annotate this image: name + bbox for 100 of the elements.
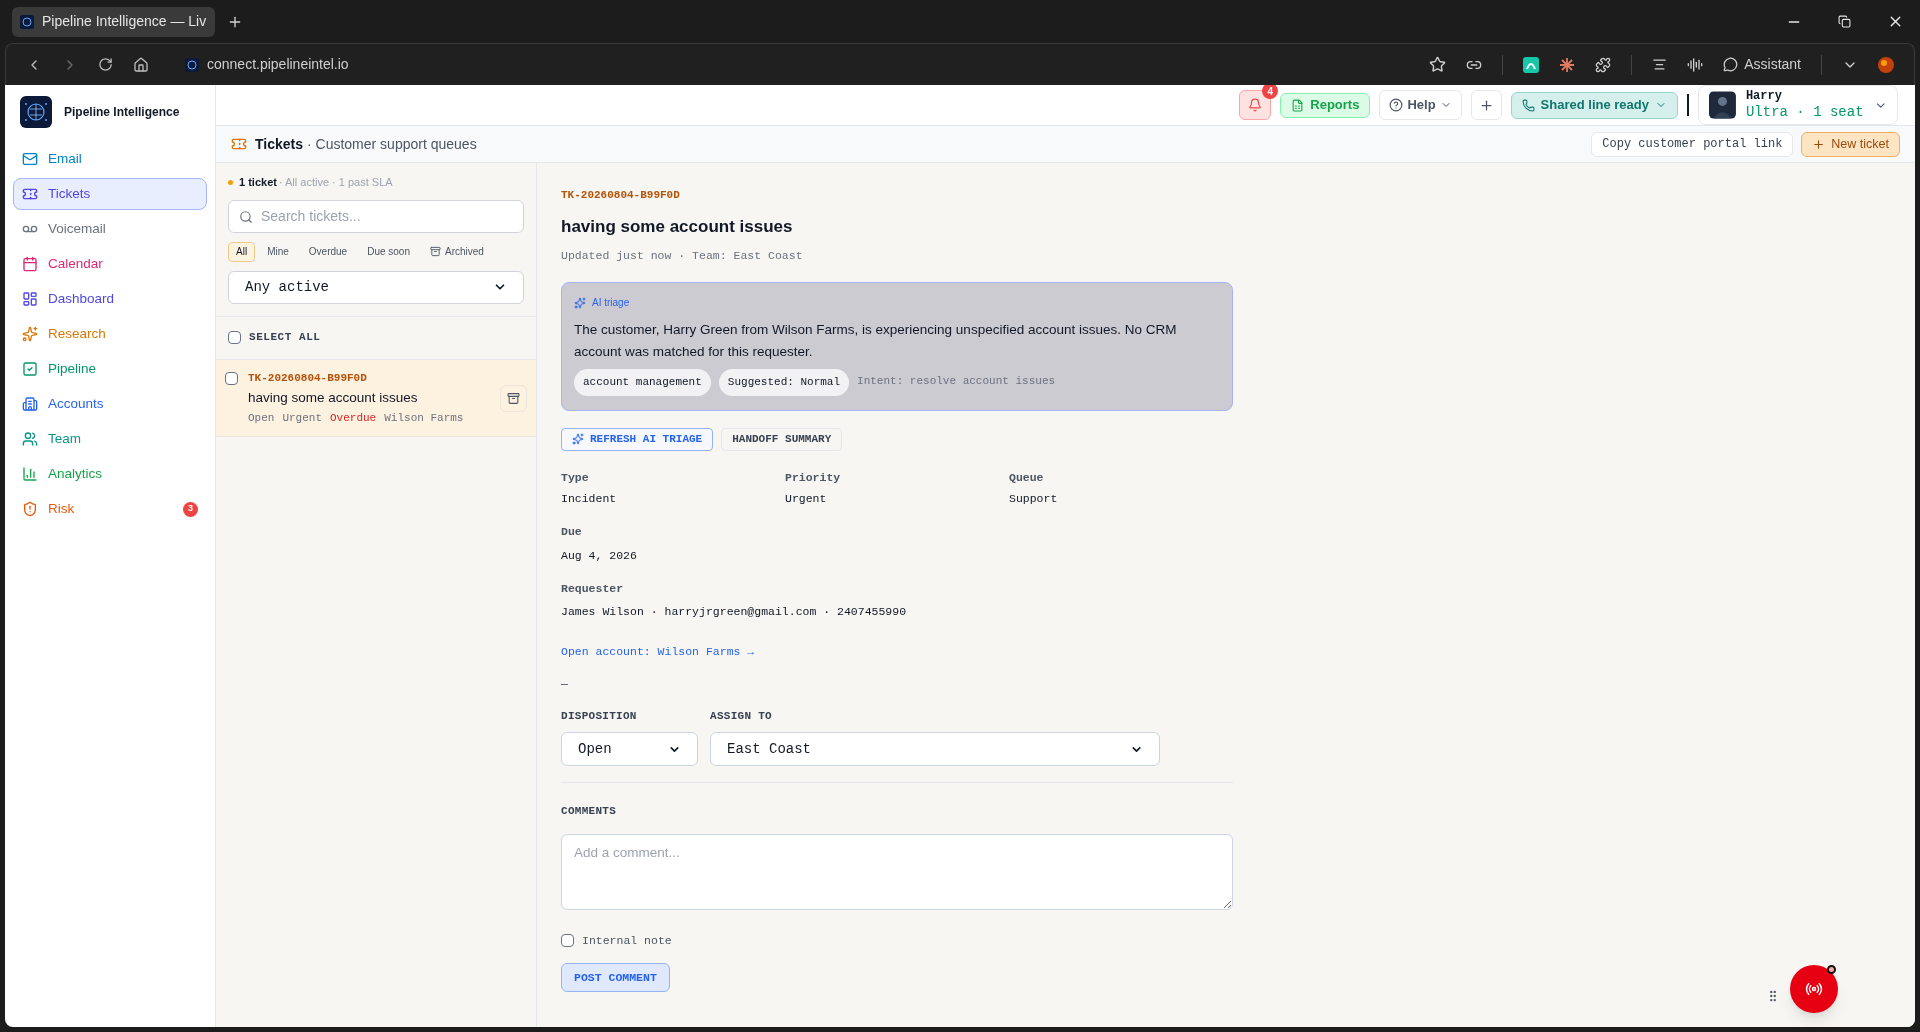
filter-tab[interactable]: Overdue <box>300 241 356 262</box>
bar-chart-icon <box>22 466 38 482</box>
ticket-tag: Overdue <box>330 410 377 427</box>
help-icon <box>1389 98 1404 112</box>
post-comment-button[interactable]: POST COMMENT <box>561 963 670 992</box>
ticket-title: having some account issues <box>248 389 419 407</box>
reader-icon[interactable] <box>1652 57 1668 72</box>
notification-badge: 4 <box>1262 85 1279 99</box>
checkbox-icon <box>22 361 38 377</box>
refresh-triage-button[interactable]: REFRESH AI TRIAGE <box>561 427 714 451</box>
ticket-tag: Urgent <box>282 410 322 427</box>
select-all-label: SELECT ALL <box>249 330 321 346</box>
ticket-row[interactable]: TK-20260804-B99F0D having some account issues Open Urgent Overdue Wilson Farms <box>216 359 536 437</box>
ticket-id: TK-20260804-B99F0D <box>561 188 681 203</box>
phone-icon <box>1521 98 1535 112</box>
field-label: Type <box>561 469 590 486</box>
handoff-summary-button[interactable]: HANDOFF SUMMARY <box>721 427 843 451</box>
user-name: Harry <box>1745 88 1783 104</box>
user-plan: Ultra · 1 seat <box>1745 103 1864 122</box>
ticket-icon <box>231 136 247 152</box>
sidebar-item[interactable]: Pipeline <box>13 353 207 385</box>
copy-link-button[interactable]: Copy customer portal link <box>1591 131 1794 157</box>
extension-icon[interactable] <box>1523 56 1540 73</box>
select-all-checkbox[interactable] <box>228 331 241 344</box>
dash-text: — <box>561 675 568 692</box>
field-label: Priority <box>785 469 842 486</box>
sidebar-item[interactable]: Risk 3 <box>13 493 207 525</box>
sidebar-item[interactable]: Research <box>13 318 207 350</box>
profile-avatar-icon[interactable] <box>1878 56 1894 73</box>
new-ticket-button[interactable]: New ticket <box>1801 131 1900 157</box>
assign-to-label: ASSIGN TO <box>710 708 773 724</box>
spreadsheet-icon <box>1291 98 1305 112</box>
field-value: Incident <box>561 491 618 507</box>
mail-icon <box>22 151 38 167</box>
disposition-select[interactable]: Open <box>561 732 698 767</box>
ticket-tag: Wilson Farms <box>384 410 464 427</box>
filter-tab[interactable]: Mine <box>259 241 297 262</box>
requester-info: James Wilson · harryjrgreen@gmail.com · 2407455990 <box>561 604 908 620</box>
dashboard-icon <box>22 291 38 307</box>
archive-icon <box>507 391 520 405</box>
internal-note-checkbox[interactable] <box>561 933 574 947</box>
filter-tab[interactable]: All <box>228 241 256 262</box>
shared-line-button[interactable]: Shared line ready <box>1510 91 1678 119</box>
address-field[interactable]: connect.pipelineintel.io <box>207 54 349 75</box>
sparkles-icon <box>572 433 584 446</box>
sparkles-icon <box>22 326 38 342</box>
sidebar-item[interactable]: Tickets <box>13 178 207 210</box>
sidebar-item[interactable]: Accounts <box>13 388 207 420</box>
puzzle-icon[interactable] <box>1595 56 1612 73</box>
brain-logo-icon <box>20 96 52 128</box>
starburst-icon[interactable] <box>1559 56 1576 73</box>
plus-icon <box>1478 97 1494 113</box>
page-subtitle: · Customer support queues <box>307 134 477 154</box>
sidebar-item[interactable]: Dashboard <box>13 283 207 315</box>
sidebar-item[interactable]: Analytics <box>13 458 207 490</box>
sparkles-icon <box>574 296 586 309</box>
field-label: Queue <box>1009 469 1045 486</box>
archive-button[interactable] <box>500 384 527 412</box>
search-field[interactable]: Search tickets... <box>228 199 524 233</box>
tab-title: Pipeline Intelligence — Liv <box>42 12 207 31</box>
ticket-count: 1 ticket <box>239 175 277 190</box>
filter-tab[interactable]: Due soon <box>359 241 418 262</box>
open-account-link[interactable]: Open account: Wilson Farms → <box>561 643 755 661</box>
ai-triage-label: AI triage <box>592 296 630 311</box>
intent-text: Intent: resolve account issues <box>857 374 1056 390</box>
status-select[interactable]: Any active <box>228 270 524 304</box>
building-icon <box>22 396 38 412</box>
ticket-heading: having some account issues <box>561 215 794 238</box>
sidebar-item[interactable]: Voicemail <box>13 213 207 245</box>
search-icon <box>239 209 253 224</box>
field-label: Due <box>561 524 583 541</box>
count-badge: 3 <box>183 501 198 517</box>
sidebar-item[interactable]: Team <box>13 423 207 455</box>
assistant-button[interactable]: Assistant <box>1723 54 1801 75</box>
ticket-tag: Open <box>248 410 275 427</box>
users-icon <box>22 431 38 447</box>
restore-icon[interactable] <box>1838 15 1851 28</box>
help-button[interactable]: Help <box>1379 90 1462 120</box>
comment-field[interactable]: Add a comment... <box>561 833 1233 910</box>
user-menu[interactable]: Harry Ultra · 1 seat <box>1698 85 1898 125</box>
field-label: Requester <box>561 580 625 597</box>
sidebar-item[interactable]: Calendar <box>13 248 207 280</box>
archive-icon <box>430 246 441 257</box>
broadcast-icon <box>1805 980 1823 998</box>
reload-icon[interactable] <box>98 57 113 72</box>
status-indicator <box>1827 965 1836 974</box>
avatar-icon <box>1709 90 1736 120</box>
assign-to-select[interactable]: East Coast <box>710 732 1160 767</box>
triage-chip: Suggested: Normal <box>718 369 850 396</box>
bookmark-star-icon[interactable] <box>1429 56 1447 73</box>
ticket-checkbox[interactable] <box>225 371 238 385</box>
field-value: Aug 4, 2026 <box>561 547 638 564</box>
browser-tab[interactable]: Pipeline Intelligence — Liv <box>12 6 215 37</box>
home-icon[interactable] <box>133 56 149 73</box>
ai-summary: The customer, Harry Green from Wilson Farms, is experiencing unspecified account issues. No CRM account was matched for this requester. <box>574 321 1178 362</box>
filter-tab[interactable]: Archived <box>422 241 492 262</box>
list-summary: · All active · 1 past SLA <box>278 175 393 190</box>
ticket-id: TK-20260804-B99F0D <box>248 370 368 386</box>
audio-icon[interactable] <box>1687 56 1704 73</box>
sidebar-item[interactable]: Email <box>13 143 207 175</box>
